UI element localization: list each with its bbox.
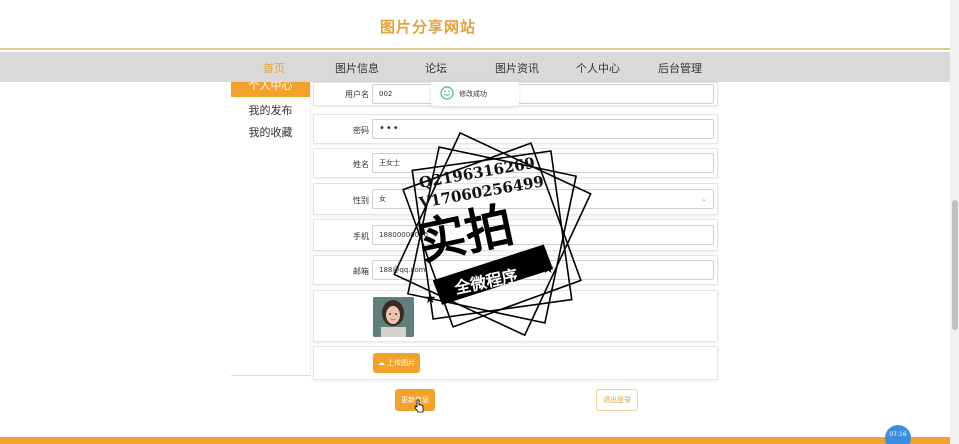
avatar-image	[373, 297, 414, 337]
username-input[interactable]: 002	[372, 84, 714, 104]
form-row-upload: ☁ 上传图片	[313, 346, 718, 380]
sidebar-item-my-posts[interactable]: 我的发布	[231, 100, 310, 122]
sidebar-item-my-favorites[interactable]: 我的收藏	[231, 122, 310, 144]
password-label: 密码	[353, 126, 369, 135]
main-nav: 首页 图片信息 论坛 图片资讯 个人中心 后台管理	[0, 52, 950, 82]
toast-message: 修改成功	[459, 90, 487, 98]
site-header: 图片分享网站	[0, 0, 950, 50]
vertical-scrollbar[interactable]	[950, 0, 959, 444]
username-label: 用户名	[345, 90, 369, 99]
form-row-password: 密码 •••	[313, 114, 718, 144]
nav-item-image-news[interactable]: 图片资讯	[495, 60, 539, 76]
scrollbar-thumb[interactable]	[952, 200, 958, 330]
form-row-avatar	[313, 290, 718, 342]
upload-button-label: 上传图片	[387, 359, 416, 367]
upload-image-button[interactable]: ☁ 上传图片	[373, 353, 420, 373]
email-input[interactable]: 188@qq.com	[372, 260, 714, 280]
footer-bar	[0, 437, 950, 444]
name-label: 姓名	[353, 160, 369, 169]
gender-label: 性别	[353, 196, 369, 205]
smile-icon	[440, 86, 454, 100]
nav-item-admin[interactable]: 后台管理	[658, 60, 702, 76]
gender-select[interactable]: 女 ⌄	[372, 189, 714, 209]
success-toast: 修改成功	[431, 82, 519, 106]
phone-label: 手机	[353, 232, 369, 241]
password-input[interactable]: •••	[372, 119, 714, 139]
chevron-down-icon: ⌄	[701, 195, 707, 203]
form-row-name: 姓名 王女士	[313, 148, 718, 178]
sidebar: 个人中心 我的发布 我的收藏	[231, 82, 311, 376]
profile-form: 用户名 002 密码 ••• 姓名 王女士 性别 女 ⌄ 手机 18800000…	[311, 82, 721, 427]
email-label: 邮箱	[353, 267, 369, 276]
phone-input[interactable]: 18800000000	[372, 225, 714, 245]
form-row-gender: 性别 女 ⌄	[313, 183, 718, 215]
gender-select-value: 女	[379, 195, 386, 203]
name-input[interactable]: 王女士	[372, 153, 714, 173]
nav-item-image-info[interactable]: 图片信息	[335, 60, 379, 76]
clock-badge: 07:16	[885, 425, 911, 444]
sidebar-item-personal-center[interactable]: 个人中心	[231, 82, 310, 97]
logout-button[interactable]: 退出登录	[596, 389, 638, 411]
nav-item-home[interactable]: 首页	[263, 60, 285, 76]
nav-item-personal-center[interactable]: 个人中心	[576, 60, 620, 76]
cloud-upload-icon: ☁	[377, 359, 385, 367]
form-row-email: 邮箱 188@qq.com	[313, 255, 718, 285]
form-row-phone: 手机 18800000000	[313, 219, 718, 251]
page: 图片分享网站 首页 图片信息 论坛 图片资讯 个人中心 后台管理 个人中心 我的…	[0, 0, 959, 444]
site-title[interactable]: 图片分享网站	[380, 16, 476, 37]
nav-item-forum[interactable]: 论坛	[425, 60, 447, 76]
hand-cursor-icon	[414, 399, 424, 413]
